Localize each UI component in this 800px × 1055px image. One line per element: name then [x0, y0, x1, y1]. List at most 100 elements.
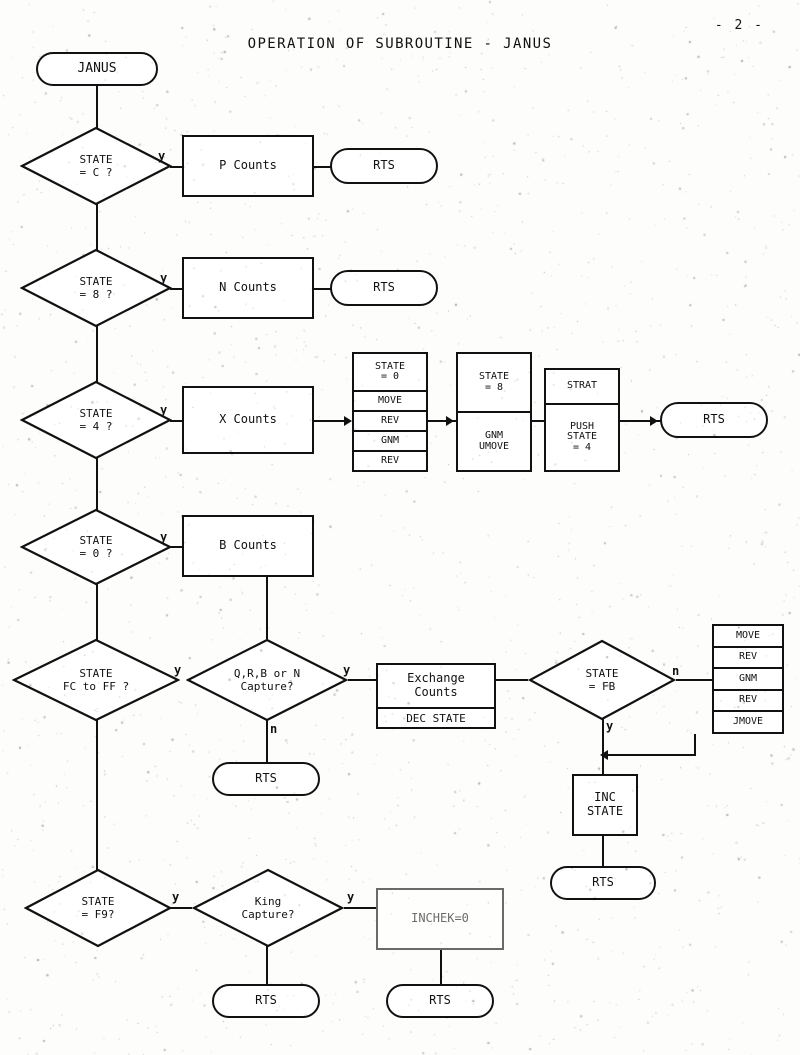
- edge-label-y6: y: [343, 663, 351, 677]
- stack-cell-text: = 4: [572, 441, 592, 453]
- arrowhead-to-rts3: [650, 416, 658, 426]
- decision-state-eq-fb: STATE = FB: [528, 639, 676, 721]
- decision-label: STATE FC to FF ?: [63, 667, 129, 693]
- decision-label: Q,R,B or N Capture?: [234, 667, 300, 693]
- inc-state-line-1: INC: [594, 790, 616, 805]
- stack-cell: REV: [714, 691, 782, 713]
- stack-cell-text: UMOVE: [478, 440, 510, 452]
- edge-label-y5: y: [174, 663, 182, 677]
- stack-cell: STATE = 0: [354, 354, 426, 392]
- decision-qrbn-capture: Q,R,B or N Capture?: [186, 638, 348, 722]
- decision-label: STATE = 4 ?: [79, 407, 112, 433]
- decision-line-2: = C ?: [79, 166, 113, 179]
- decision-state-eq-8: STATE = 8 ?: [20, 248, 172, 328]
- connector-d5-to-d8: [96, 720, 98, 870]
- decision-label: STATE = F9?: [81, 895, 114, 921]
- decision-line-2: Capture?: [240, 680, 294, 693]
- decision-king-capture: King Capture?: [192, 868, 344, 948]
- terminator-rts-1: RTS: [330, 148, 438, 184]
- process-n-counts: N Counts: [182, 257, 314, 319]
- connector-incstate-to-rts5: [602, 836, 604, 866]
- edge-label-n1: n: [270, 722, 278, 736]
- connector-exchange-to-d7: [496, 679, 528, 681]
- process-p-counts: P Counts: [182, 135, 314, 197]
- decision-line-2: = F9?: [81, 908, 115, 921]
- decision-state-eq-c: STATE = C ?: [20, 126, 172, 206]
- stack-cell-text: = 0: [380, 371, 400, 382]
- decision-state-eq-4: STATE = 4 ?: [20, 380, 172, 460]
- decision-line-1: STATE: [585, 666, 619, 680]
- decision-state-eq-f9: STATE = F9?: [24, 868, 172, 948]
- connector-d3-to-d4: [96, 458, 98, 510]
- stack-cell: REV: [380, 454, 400, 466]
- connector-d6-n-to-rts4: [266, 720, 268, 762]
- stack-cell: JMOVE: [732, 715, 764, 727]
- stack-cell: REV: [714, 648, 782, 670]
- connector-bcounts-to-d6: [266, 577, 268, 639]
- decision-line-1: STATE: [79, 666, 113, 680]
- edge-label-y9: y: [347, 890, 355, 904]
- stack-cell-text: = 8: [484, 381, 504, 393]
- decision-line-1: STATE: [79, 533, 113, 547]
- terminator-rts-4: RTS: [212, 762, 320, 796]
- connector-d2-to-ncounts: [170, 288, 182, 290]
- connector-d2-to-d3: [96, 326, 98, 382]
- decision-label: STATE = 8 ?: [79, 275, 112, 301]
- edge-label-y8: y: [172, 890, 180, 904]
- exchange-line-2: Counts: [414, 685, 458, 699]
- connector-to-inc-state: [602, 754, 604, 774]
- decision-line-2: = FB: [588, 680, 616, 693]
- process-b-counts: B Counts: [182, 515, 314, 577]
- stack-cell: GNM: [714, 669, 782, 691]
- decision-label: STATE = C ?: [79, 153, 112, 179]
- stack-cell: PUSH STATE = 4: [546, 405, 618, 470]
- process-x-counts: X Counts: [182, 386, 314, 454]
- page-title: OPERATION OF SUBROUTINE - JANUS: [247, 36, 553, 52]
- arrowhead-to-stack2: [446, 416, 454, 426]
- exchange-line-1: Exchange: [407, 671, 465, 686]
- stack-cell: STATE = 8: [458, 354, 530, 413]
- decision-label: STATE = 0 ?: [79, 534, 112, 560]
- decision-line-2: Capture?: [241, 908, 295, 921]
- edge-label-y3: y: [160, 403, 168, 417]
- start-terminator: JANUS: [36, 52, 158, 86]
- stack-cell: STRAT: [546, 370, 618, 405]
- decision-line-2: FC to FF ?: [62, 680, 130, 693]
- arrowhead-to-stack1: [344, 416, 352, 426]
- terminator-rts-7: RTS: [386, 984, 494, 1018]
- process-inc-state: INC STATE: [572, 774, 638, 836]
- edge-label-y2: y: [160, 271, 168, 285]
- connector-d1-to-pcounts: [170, 166, 182, 168]
- edge-label-y1: y: [158, 149, 166, 163]
- decision-line-2: = 8 ?: [79, 288, 113, 301]
- inc-state-line-2: STATE: [586, 804, 624, 818]
- stack-cell-text: GNM: [484, 430, 504, 441]
- stack-cell: GNM UMOVE: [458, 413, 530, 470]
- connector-stack4-down: [694, 734, 696, 756]
- stack-state-0-move-rev-gnm-rev: STATE = 0 MOVE REV GNM REV: [352, 352, 428, 472]
- decision-line-1: STATE: [81, 894, 115, 908]
- decision-state-eq-0: STATE = 0 ?: [20, 508, 172, 586]
- decision-line-1: STATE: [79, 152, 113, 166]
- decision-line-2: = 0 ?: [79, 547, 113, 560]
- connector-d6-to-exchange: [348, 679, 376, 681]
- connector-inchek-to-rts7: [440, 950, 442, 984]
- terminator-rts-3: RTS: [660, 402, 768, 438]
- connector-stack4-back-left: [602, 754, 696, 756]
- stack-cell-text: STATE: [566, 431, 598, 443]
- edge-label-n2: n: [672, 664, 680, 678]
- connector-d3-to-xcounts: [170, 420, 182, 422]
- decision-line-1: Q,R,B or N: [233, 666, 301, 680]
- process-inchek-eq-0: INCHEK=0: [376, 888, 504, 950]
- decision-label: King Capture?: [242, 895, 295, 921]
- stack-state-8-gnm-umove: STATE = 8 GNM UMOVE: [456, 352, 532, 472]
- stack-strat-push-state-4: STRAT PUSH STATE = 4: [544, 368, 620, 472]
- exchange-main: Exchange Counts: [378, 665, 494, 707]
- connector-d4-to-bcounts: [170, 546, 182, 548]
- decision-line-1: King: [254, 894, 282, 908]
- connector-d9-to-inchek: [344, 907, 376, 909]
- decision-label: STATE = FB: [585, 667, 618, 693]
- terminator-rts-5: RTS: [550, 866, 656, 900]
- connector-d9-to-rts6: [266, 946, 268, 984]
- edge-label-y7: y: [606, 719, 614, 733]
